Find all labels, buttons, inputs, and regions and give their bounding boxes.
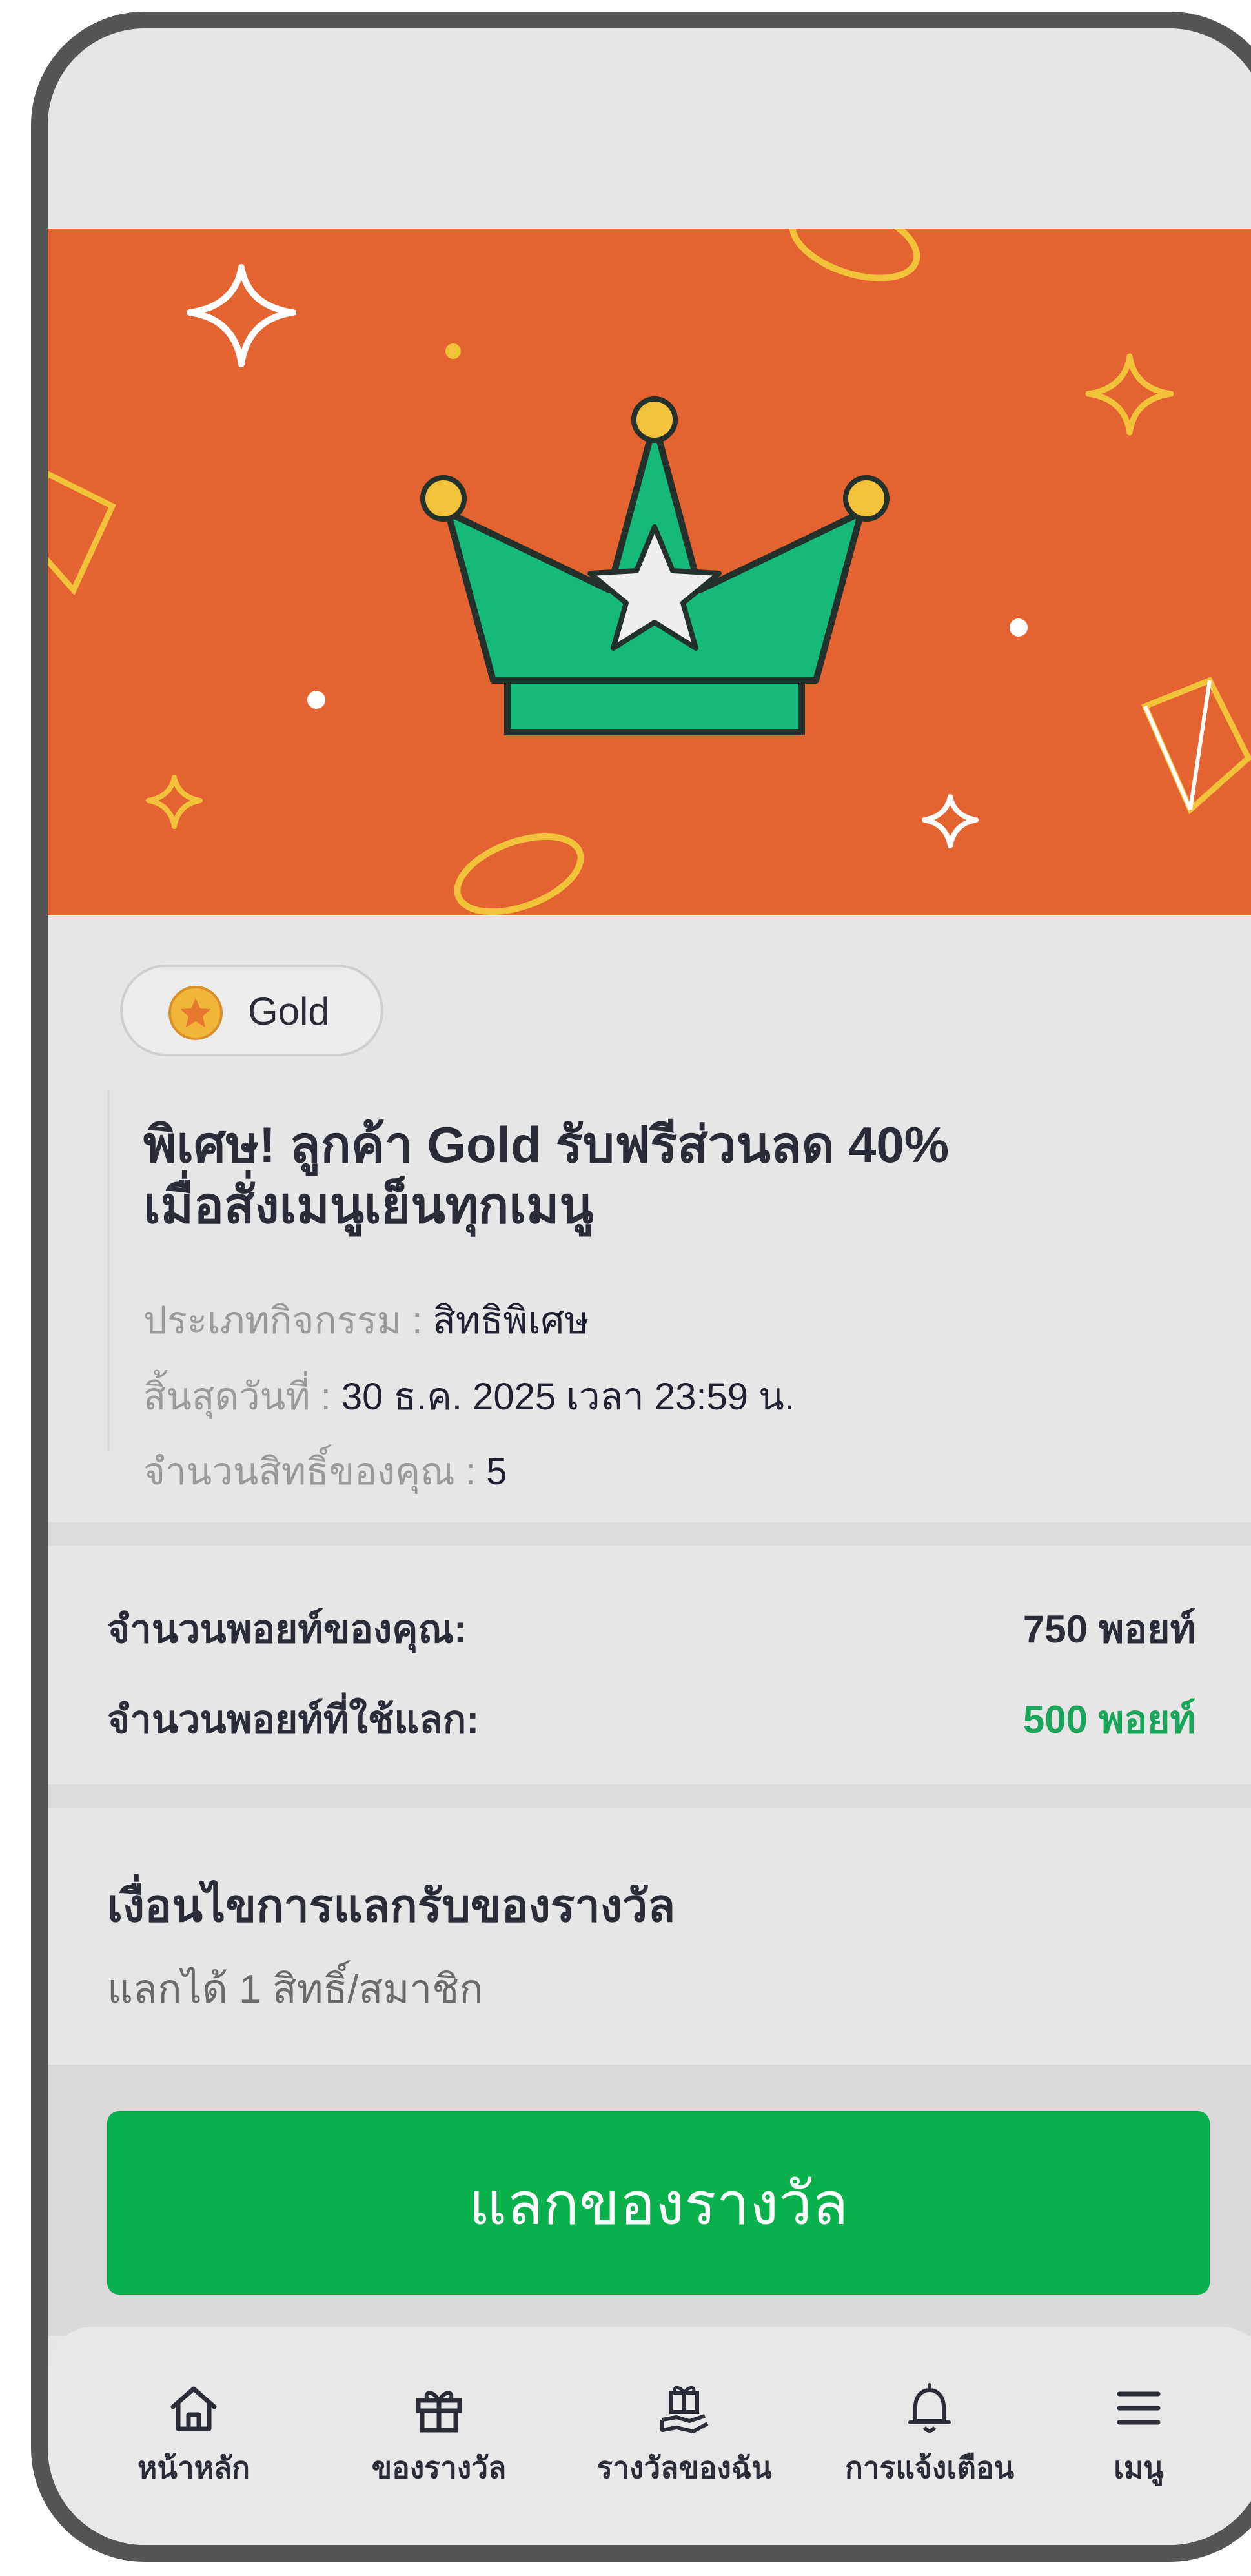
your-points-label: จำนวนพอยท์ของคุณ: [107,1608,467,1651]
rights-value: 5 [486,1451,507,1493]
end-date-row: สิ้นสุดวันที่ : 30 ธ.ค. 2025 เวลา 23:59 … [143,1366,795,1426]
nav-item-rewards[interactable]: ของรางวัล [329,2381,549,2510]
crown-illustration [48,229,1251,915]
my-rewards-icon [660,2386,709,2433]
nav-item-menu[interactable]: เมนู [1029,2381,1248,2510]
bell-icon [908,2383,951,2433]
nav-item-my-rewards[interactable]: รางวัลของฉัน [575,2381,794,2510]
redeem-reward-button[interactable]: แลกของรางวัล [107,2111,1210,2295]
end-date-label: สิ้นสุดวันที่ : [143,1376,341,1418]
nav-label-menu: เมนู [1114,2451,1164,2484]
nav-label-home: หน้าหลัก [137,2451,250,2484]
reward-title: พิเศษ! ลูกค้า Gold รับฟรีส่วนลด 40% เมื่… [143,1114,1112,1236]
conditions-text: แลกได้ 1 สิทธิ์/สมาชิก [107,1967,483,2012]
info-divider-line [107,1090,110,1451]
cta-area: แลกของรางวัล [48,2065,1251,2336]
reward-banner-image [48,229,1251,915]
section-divider [48,1784,1251,1808]
nav-label-my-rewards: รางวัลของฉัน [596,2451,772,2484]
menu-icon [1117,2391,1161,2425]
reward-info-card: Gold พิเศษ! ลูกค้า Gold รับฟรีส่วนลด 40%… [48,915,1251,1522]
rights-row: จำนวนสิทธิ์ของคุณ : 5 [143,1441,507,1501]
tier-badge-label: Gold [248,990,330,1033]
bottom-nav: หน้าหลัก ของรางวัล รางวัลของฉัน การแจ้งเ… [48,2327,1251,2545]
nav-label-rewards: ของรางวัล [371,2451,507,2484]
redeem-points-value: 500 พอยท์ [1022,1698,1195,1741]
gift-icon [416,2391,462,2433]
points-card: จำนวนพอยท์ของคุณ: 750 พอยท์ จำนวนพอยท์ที… [48,1546,1251,1784]
conditions-title: เงื่อนไขการแลกรับของรางวัล [107,1881,676,1931]
section-divider [48,1522,1251,1546]
star-medal-icon [168,986,223,1040]
category-row: ประเภทกิจกรรม : สิทธิพิเศษ [143,1290,589,1350]
rights-label: จำนวนสิทธิ์ของคุณ : [143,1451,487,1493]
reward-title-line-2: เมื่อสั่งเมนูเย็นทุกเมนู [143,1177,594,1234]
nav-label-notifications: การแจ้งเตือน [844,2451,1015,2484]
category-label: ประเภทกิจกรรม : [143,1300,433,1342]
reward-title-line-1: พิเศษ! ลูกค้า Gold รับฟรีส่วนลด 40% [143,1116,950,1173]
conditions-card: เงื่อนไขการแลกรับของรางวัล แลกได้ 1 สิทธ… [48,1808,1251,2065]
your-points-value: 750 พอยท์ [1022,1608,1195,1651]
tier-badge: Gold [120,965,383,1056]
redeem-points-label: จำนวนพอยท์ที่ใช้แลก: [107,1698,480,1741]
phone-frame: Gold พิเศษ! ลูกค้า Gold รับฟรีส่วนลด 40%… [31,12,1251,2562]
end-date-value: 30 ธ.ค. 2025 เวลา 23:59 น. [341,1376,795,1418]
nav-item-home[interactable]: หน้าหลัก [84,2381,303,2510]
nav-item-notifications[interactable]: การแจ้งเตือน [820,2381,1039,2510]
category-value: สิทธิพิเศษ [432,1300,589,1342]
home-icon [170,2386,217,2431]
